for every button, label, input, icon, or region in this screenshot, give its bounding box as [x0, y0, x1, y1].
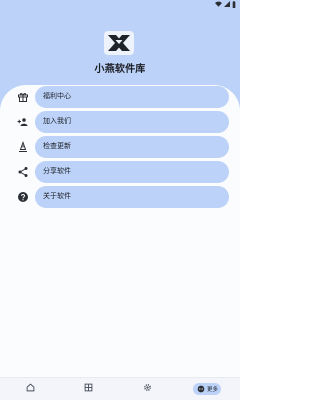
app-screen: 小燕软件库 福利中心 加入我们 检查更新 分享软件 关于软件 更多 [0, 0, 240, 400]
menu-item-share[interactable]: 分享软件 [0, 161, 240, 186]
nav-home[interactable] [26, 383, 35, 395]
gear-icon [144, 384, 151, 391]
help-icon [18, 192, 28, 202]
nav-more-label: 更多 [207, 387, 219, 393]
more-icon [197, 385, 205, 393]
menu-button-share[interactable]: 分享软件 [35, 161, 229, 183]
wifi-icon [215, 1, 222, 7]
menu-button-update[interactable]: 检查更新 [35, 136, 229, 158]
signal-icon [224, 1, 230, 7]
share-icon [18, 167, 28, 177]
menu-label-about: 关于软件 [43, 192, 71, 200]
nav-settings[interactable] [143, 383, 152, 395]
grid-icon [84, 383, 93, 392]
menu-label-update: 检查更新 [43, 142, 71, 150]
status-bar [215, 0, 236, 8]
nav-grid[interactable] [84, 383, 93, 395]
bottom-navigation: 更多 [0, 377, 240, 400]
menu-label-welfare: 福利中心 [43, 92, 71, 100]
settings-menu: 福利中心 加入我们 检查更新 分享软件 关于软件 [0, 86, 240, 211]
home-icon [26, 383, 35, 392]
menu-label-join: 加入我们 [43, 117, 71, 125]
menu-item-join[interactable]: 加入我们 [0, 111, 240, 136]
menu-button-about[interactable]: 关于软件 [35, 186, 229, 208]
menu-item-about[interactable]: 关于软件 [0, 186, 240, 211]
menu-button-welfare[interactable]: 福利中心 [35, 86, 229, 108]
group-add-icon [17, 118, 28, 126]
nav-more[interactable]: 更多 [193, 383, 221, 395]
app-title: 小燕软件库 [94, 64, 146, 75]
app-logo-icon [104, 31, 134, 55]
menu-label-share: 分享软件 [43, 167, 71, 175]
menu-item-update[interactable]: 检查更新 [0, 136, 240, 161]
battery-icon [232, 0, 236, 8]
menu-button-join[interactable]: 加入我们 [35, 111, 229, 133]
update-icon [19, 141, 27, 152]
menu-item-welfare[interactable]: 福利中心 [0, 86, 240, 111]
gift-icon [18, 93, 28, 102]
